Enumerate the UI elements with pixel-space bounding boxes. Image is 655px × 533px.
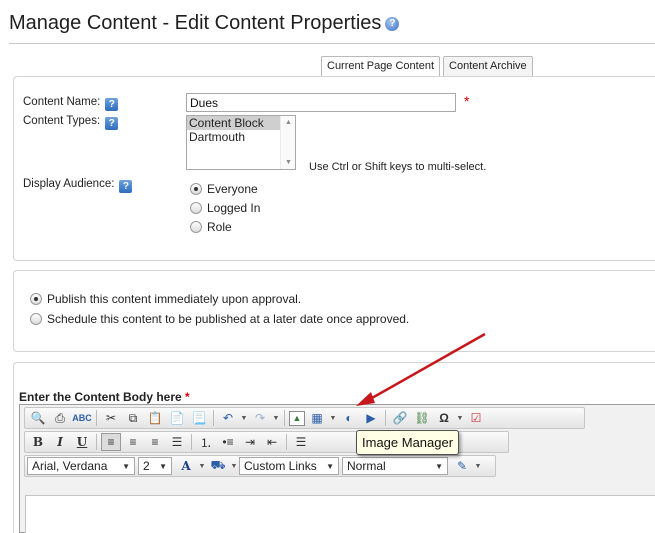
annotation-arrow xyxy=(356,332,486,406)
page: Manage Content - Edit Content Properties… xyxy=(0,0,655,533)
